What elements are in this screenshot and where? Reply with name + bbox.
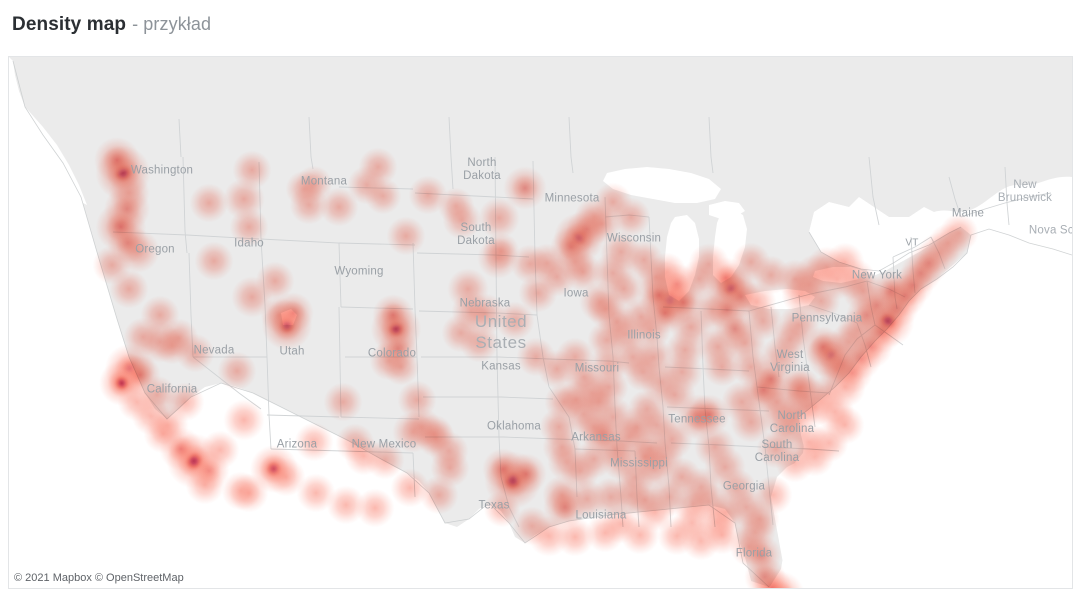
density-map-container[interactable]: Washington Montana Oregon Idaho Wyoming Nevad…: [8, 56, 1073, 589]
page-title-subtitle: - przykład: [132, 14, 212, 34]
page-title-main: Density map: [12, 14, 127, 35]
basemap-geometry: [9, 57, 1072, 588]
map-attribution[interactable]: © 2021 Mapbox © OpenStreetMap: [10, 569, 189, 587]
map-canvas[interactable]: Washington Montana Oregon Idaho Wyoming Nevad…: [9, 57, 1072, 588]
page-title: Density map - przykład: [12, 14, 211, 44]
